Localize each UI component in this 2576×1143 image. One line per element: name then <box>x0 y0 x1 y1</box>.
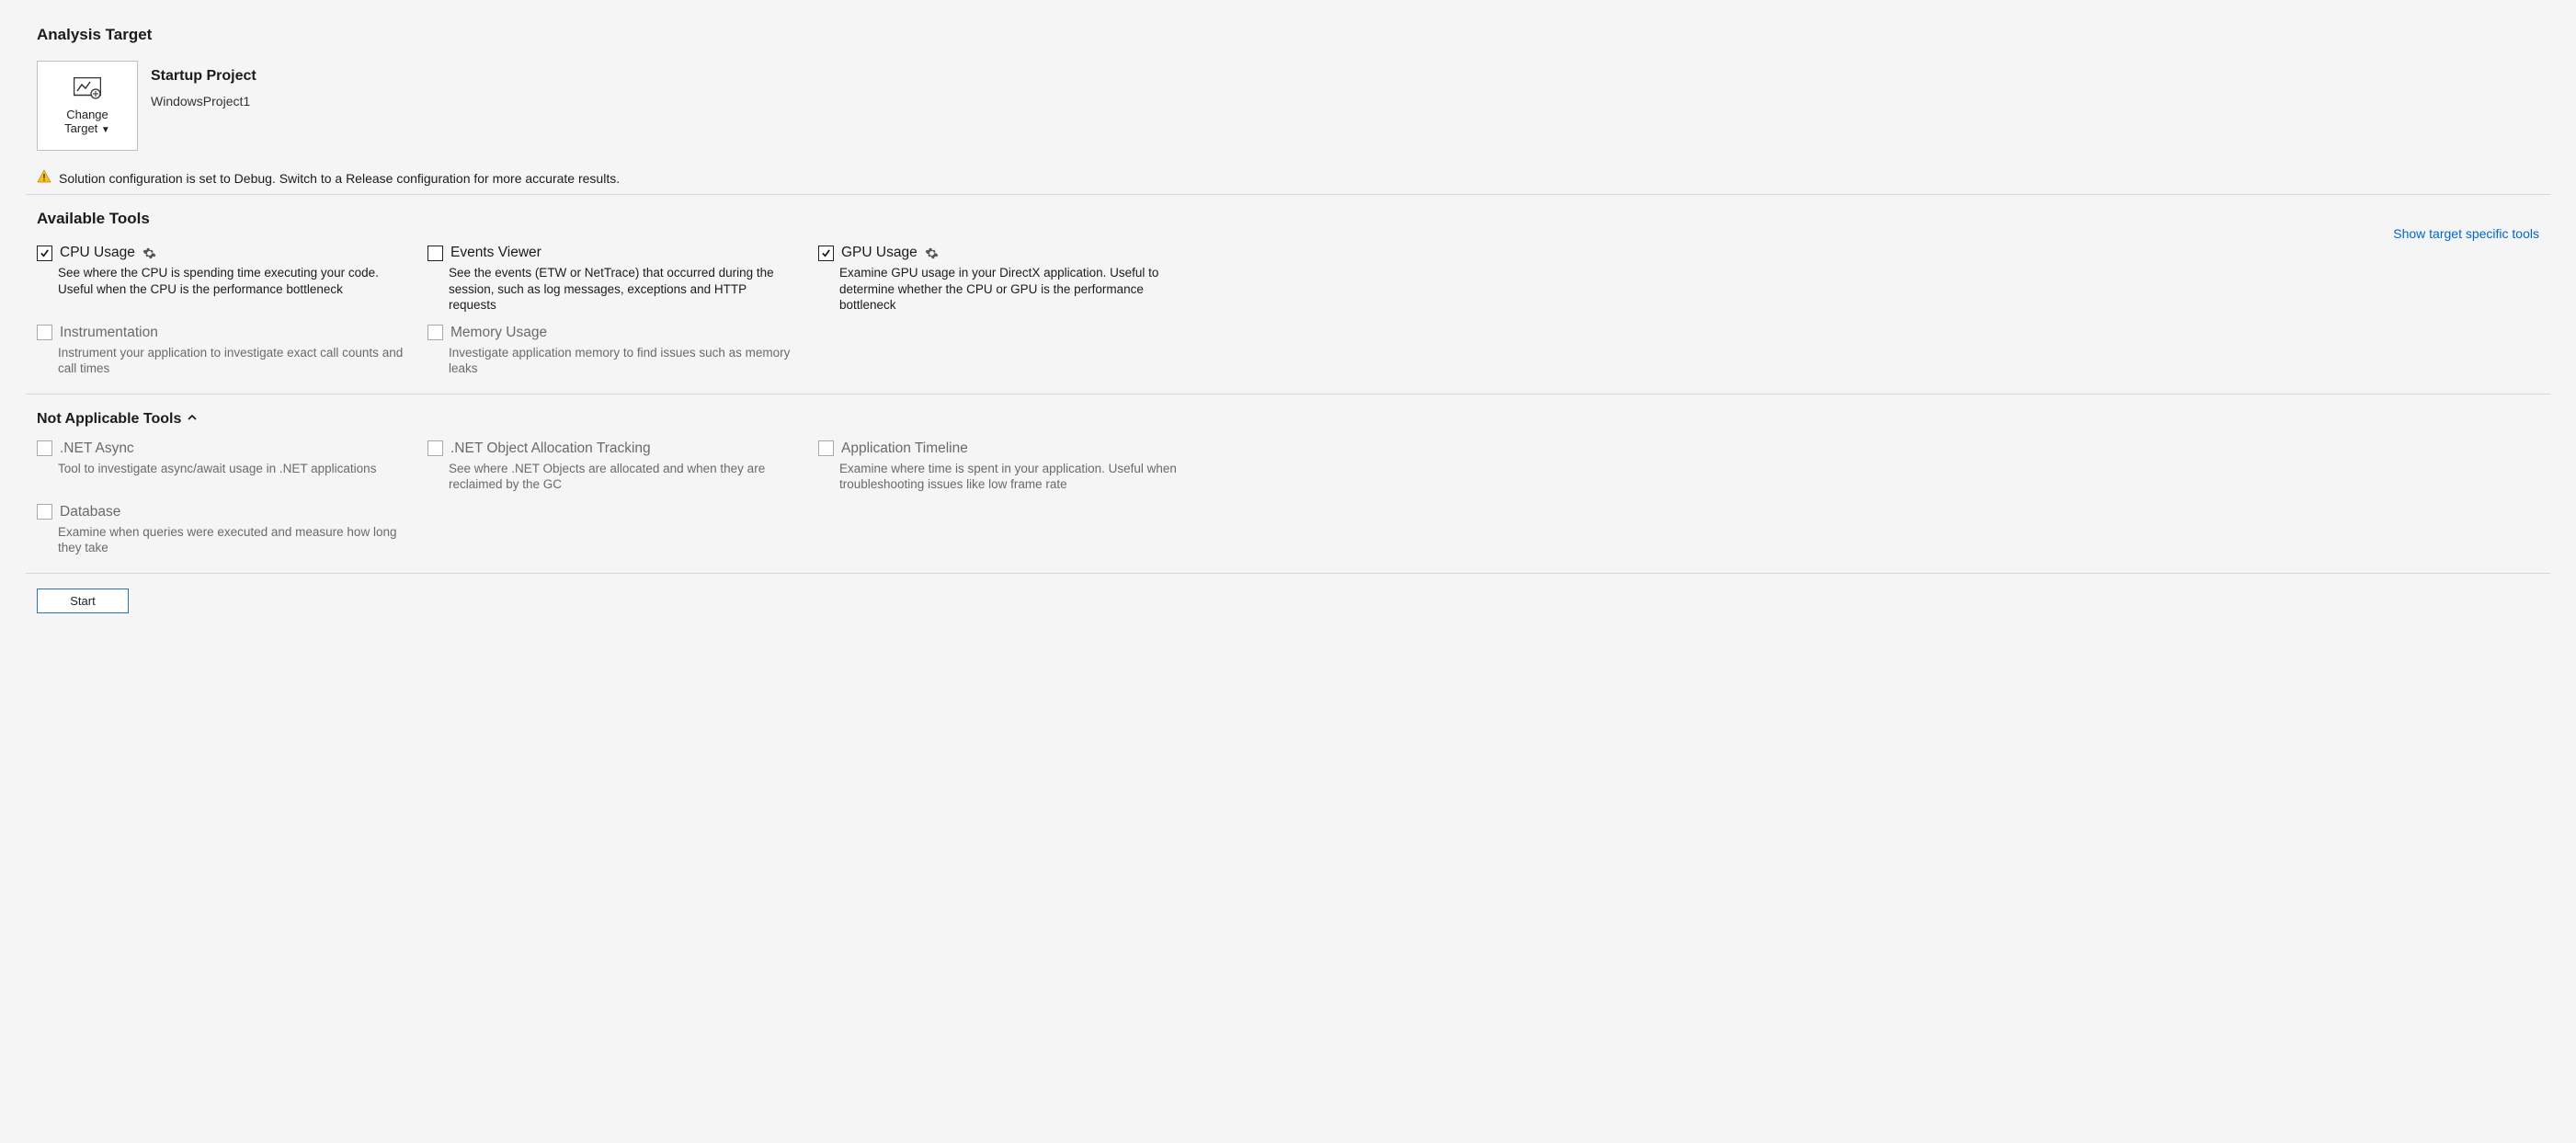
tool-cpu-usage: CPU Usage See where the CPU is spending … <box>37 245 427 314</box>
divider <box>26 573 2550 574</box>
net-object-allocation-desc: See where .NET Objects are allocated and… <box>449 461 796 493</box>
events-viewer-checkbox[interactable] <box>427 246 443 261</box>
net-async-label: .NET Async <box>60 440 134 457</box>
tool-net-object-allocation: .NET Object Allocation Tracking See wher… <box>427 440 818 493</box>
warning-icon <box>37 169 51 187</box>
cpu-usage-checkbox[interactable] <box>37 246 52 261</box>
net-object-allocation-label: .NET Object Allocation Tracking <box>450 440 651 457</box>
change-target-label-2: Target <box>64 121 97 135</box>
application-timeline-checkbox <box>818 440 834 456</box>
instrumentation-label: Instrumentation <box>60 325 158 341</box>
memory-usage-desc: Investigate application memory to find i… <box>449 345 796 377</box>
divider <box>26 194 2550 195</box>
net-async-checkbox <box>37 440 52 456</box>
start-button[interactable]: Start <box>37 589 129 613</box>
gpu-usage-label: GPU Usage <box>841 245 918 261</box>
gear-icon[interactable] <box>142 246 156 260</box>
application-timeline-label: Application Timeline <box>841 440 968 457</box>
net-async-desc: Tool to investigate async/await usage in… <box>58 461 405 477</box>
chevron-down-icon: ▼ <box>101 125 110 135</box>
analysis-target-heading: Analysis Target <box>37 26 2550 44</box>
change-target-button[interactable]: Change Target ▼ <box>37 61 138 151</box>
available-tools-heading: Available Tools <box>37 210 150 228</box>
gpu-usage-desc: Examine GPU usage in your DirectX applic… <box>839 265 1187 314</box>
cpu-usage-desc: See where the CPU is spending time execu… <box>58 265 405 297</box>
cpu-usage-label: CPU Usage <box>60 245 135 261</box>
events-viewer-label: Events Viewer <box>450 245 541 261</box>
change-target-label-1: Change <box>66 108 108 121</box>
application-timeline-desc: Examine where time is spent in your appl… <box>839 461 1187 493</box>
database-checkbox <box>37 504 52 520</box>
instrumentation-checkbox[interactable] <box>37 325 52 340</box>
change-target-icon <box>74 77 101 102</box>
tool-gpu-usage: GPU Usage Examine GPU usage in your Dire… <box>818 245 1209 314</box>
startup-project-label: Startup Project <box>151 68 256 85</box>
tool-application-timeline: Application Timeline Examine where time … <box>818 440 1209 493</box>
show-target-specific-tools-link[interactable]: Show target specific tools <box>2393 226 2539 241</box>
database-label: Database <box>60 504 120 520</box>
events-viewer-desc: See the events (ETW or NetTrace) that oc… <box>449 265 796 314</box>
not-applicable-tools-toggle[interactable]: Not Applicable Tools <box>37 411 2550 428</box>
memory-usage-label: Memory Usage <box>450 325 547 341</box>
database-desc: Examine when queries were executed and m… <box>58 524 405 556</box>
gear-icon[interactable] <box>925 246 939 260</box>
instrumentation-desc: Instrument your application to investiga… <box>58 345 405 377</box>
tool-events-viewer: Events Viewer See the events (ETW or Net… <box>427 245 818 314</box>
gpu-usage-checkbox[interactable] <box>818 246 834 261</box>
net-object-allocation-checkbox <box>427 440 443 456</box>
chevron-up-icon <box>187 411 198 428</box>
start-button-label: Start <box>70 594 95 608</box>
configuration-warning-text: Solution configuration is set to Debug. … <box>59 171 620 186</box>
tool-net-async: .NET Async Tool to investigate async/awa… <box>37 440 427 493</box>
memory-usage-checkbox[interactable] <box>427 325 443 340</box>
tool-database: Database Examine when queries were execu… <box>37 504 427 556</box>
tool-memory-usage: Memory Usage Investigate application mem… <box>427 325 818 377</box>
not-applicable-tools-heading: Not Applicable Tools <box>37 411 181 428</box>
startup-project-name: WindowsProject1 <box>151 94 256 109</box>
tool-instrumentation: Instrumentation Instrument your applicat… <box>37 325 427 377</box>
